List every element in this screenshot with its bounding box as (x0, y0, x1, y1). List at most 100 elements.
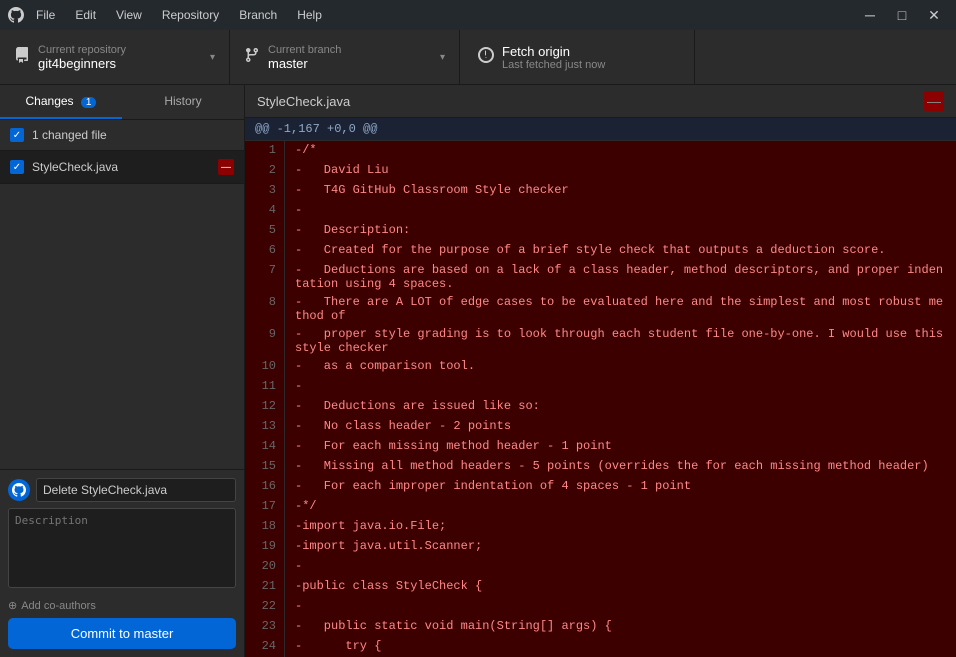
diff-hunk-header: @@ -1,167 +0,0 @@ (245, 118, 956, 141)
minimize-button[interactable]: ─ (856, 4, 884, 26)
diff-line: 2- David Liu (245, 161, 956, 181)
line-number: 15 (245, 457, 285, 477)
file-checkbox[interactable]: ✓ (10, 160, 24, 174)
commit-description-input[interactable] (8, 508, 236, 588)
commit-title-row (8, 478, 236, 502)
diff-line: 16- For each improper indentation of 4 s… (245, 477, 956, 497)
line-content: - (285, 377, 956, 397)
line-content: - Deductions are based on a lack of a cl… (285, 261, 956, 293)
fetch-icon (478, 47, 494, 68)
repo-name: git4beginners (38, 56, 126, 71)
current-branch-section[interactable]: Current branch master ▾ (230, 30, 460, 84)
diff-content[interactable]: @@ -1,167 +0,0 @@ 1-/*2- David Liu3- T4G… (245, 118, 956, 657)
line-number: 24 (245, 637, 285, 657)
line-content: - No class header - 2 points (285, 417, 956, 437)
line-number: 11 (245, 377, 285, 397)
diff-line: 1-/* (245, 141, 956, 161)
diff-line: 21-public class StyleCheck { (245, 577, 956, 597)
diff-line: 5- Description: (245, 221, 956, 241)
tab-history[interactable]: History (122, 85, 244, 119)
diff-header: StyleCheck.java — (245, 85, 956, 118)
title-bar-controls: ─ □ ✕ (856, 4, 948, 26)
left-spacer (0, 184, 244, 469)
fetch-text: Fetch origin Last fetched just now (502, 44, 605, 71)
line-content: -/* (285, 141, 956, 161)
commit-avatar (8, 479, 30, 501)
repo-chevron-icon: ▾ (210, 52, 215, 63)
fetch-label: Fetch origin (502, 44, 605, 59)
line-number: 22 (245, 597, 285, 617)
line-number: 21 (245, 577, 285, 597)
diff-line: 3- T4G GitHub Classroom Style checker (245, 181, 956, 201)
menu-branch[interactable]: Branch (235, 6, 281, 24)
line-number: 12 (245, 397, 285, 417)
diff-line: 11- (245, 377, 956, 397)
line-content: - (285, 557, 956, 577)
commit-title-input[interactable] (36, 478, 236, 502)
file-delete-icon[interactable]: — (218, 159, 234, 175)
line-content: - Deductions are issued like so: (285, 397, 956, 417)
line-content: - Missing all method headers - 5 points … (285, 457, 956, 477)
diff-line: 8- There are A LOT of edge cases to be e… (245, 293, 956, 325)
repo-label: Current repository (38, 44, 126, 56)
file-name: StyleCheck.java (32, 160, 210, 174)
line-content: - For each missing method header - 1 poi… (285, 437, 956, 457)
select-all-checkbox[interactable]: ✓ (10, 128, 24, 142)
diff-line: 23- public static void main(String[] arg… (245, 617, 956, 637)
line-number: 16 (245, 477, 285, 497)
diff-line: 19-import java.util.Scanner; (245, 537, 956, 557)
line-content: - try { (285, 637, 956, 657)
line-number: 20 (245, 557, 285, 577)
diff-line: 20- (245, 557, 956, 577)
file-checkmark-icon: ✓ (13, 162, 21, 173)
line-number: 5 (245, 221, 285, 241)
title-bar-left: File Edit View Repository Branch Help (8, 6, 326, 24)
diff-line: 24- try { (245, 637, 956, 657)
maximize-button[interactable]: □ (888, 4, 916, 26)
current-repository-section[interactable]: Current repository git4beginners ▾ (0, 30, 230, 84)
close-button[interactable]: ✕ (920, 4, 948, 26)
line-content: - proper style grading is to look throug… (285, 325, 956, 357)
line-number: 6 (245, 241, 285, 261)
title-bar: File Edit View Repository Branch Help ─ … (0, 0, 956, 30)
right-panel: StyleCheck.java — @@ -1,167 +0,0 @@ 1-/*… (245, 85, 956, 657)
main-layout: Changes 1 History ✓ 1 changed file ✓ Sty… (0, 85, 956, 657)
commit-section: ⊕ Add co-authors Commit to master (0, 469, 244, 657)
left-panel: Changes 1 History ✓ 1 changed file ✓ Sty… (0, 85, 245, 657)
line-number: 1 (245, 141, 285, 161)
diff-line: 10- as a comparison tool. (245, 357, 956, 377)
diff-line: 7- Deductions are based on a lack of a c… (245, 261, 956, 293)
github-logo-icon (8, 7, 24, 23)
menu-file[interactable]: File (32, 6, 59, 24)
diff-line: 9- proper style grading is to look throu… (245, 325, 956, 357)
line-number: 4 (245, 201, 285, 221)
commit-button[interactable]: Commit to master (8, 618, 236, 649)
menu-view[interactable]: View (112, 6, 146, 24)
fetch-origin-section[interactable]: Fetch origin Last fetched just now (460, 30, 695, 84)
menu-repository[interactable]: Repository (158, 6, 223, 24)
branch-name: master (268, 56, 341, 71)
diff-line: 18-import java.io.File; (245, 517, 956, 537)
changes-badge: 1 (81, 97, 97, 108)
line-number: 23 (245, 617, 285, 637)
file-item[interactable]: ✓ StyleCheck.java — (0, 151, 244, 184)
line-content: - as a comparison tool. (285, 357, 956, 377)
add-coauthor[interactable]: ⊕ Add co-authors (8, 597, 236, 618)
line-number: 18 (245, 517, 285, 537)
line-number: 9 (245, 325, 285, 357)
branch-label: Current branch (268, 44, 341, 56)
branch-chevron-icon: ▾ (440, 52, 445, 63)
line-number: 2 (245, 161, 285, 181)
line-number: 8 (245, 293, 285, 325)
branch-icon (244, 47, 260, 68)
tab-changes[interactable]: Changes 1 (0, 85, 122, 119)
menu-help[interactable]: Help (293, 6, 326, 24)
diff-line: 6- Created for the purpose of a brief st… (245, 241, 956, 261)
line-number: 3 (245, 181, 285, 201)
line-number: 17 (245, 497, 285, 517)
checkmark-icon: ✓ (13, 130, 21, 141)
repo-icon (14, 47, 30, 68)
add-coauthor-label: Add co-authors (21, 600, 96, 612)
diff-collapse-icon[interactable]: — (924, 91, 944, 111)
menu-edit[interactable]: Edit (71, 6, 100, 24)
